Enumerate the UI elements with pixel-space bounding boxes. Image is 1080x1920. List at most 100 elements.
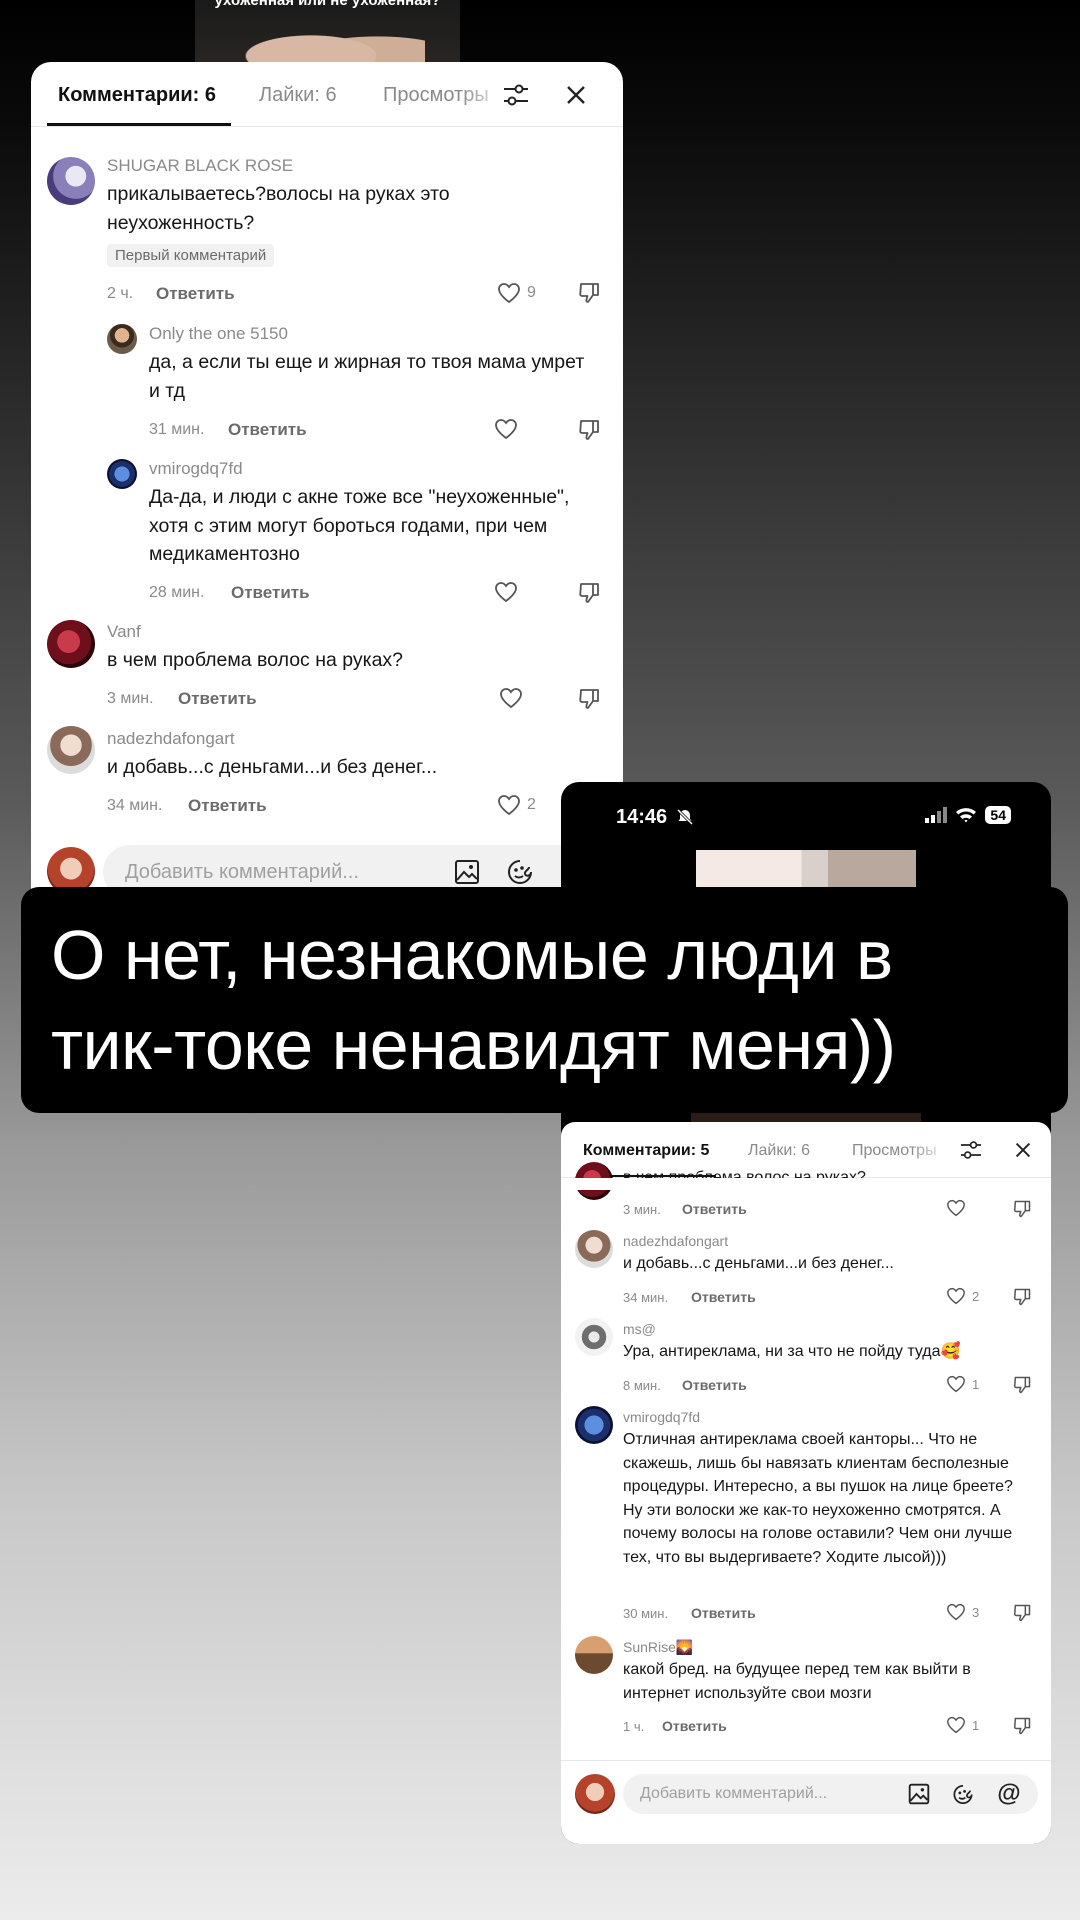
caption-line-1: О нет, незнакомые люди в (51, 916, 893, 994)
reply-button[interactable]: Ответить (662, 1718, 727, 1734)
comment-input[interactable]: Добавить комментарий... @ (623, 1774, 1038, 1814)
comment-time: 34 мин. (107, 797, 163, 814)
comment-time: 31 мин. (149, 421, 205, 438)
emoji-icon[interactable] (506, 858, 534, 886)
avatar[interactable] (575, 1636, 613, 1674)
tab-comments[interactable]: Комментарии: 5 (583, 1142, 709, 1160)
reply-button[interactable]: Ответить (682, 1201, 747, 1217)
heart-icon (498, 283, 520, 304)
heart-icon (495, 582, 517, 603)
comment-username[interactable]: ms@ (623, 1321, 656, 1337)
comment-text: прикалываетесь?волосы на руках это неухо… (107, 183, 450, 234)
dislike-icon[interactable] (577, 418, 601, 447)
dislike-icon[interactable] (1012, 1287, 1032, 1312)
filter-sliders-icon[interactable] (501, 80, 531, 110)
emoji-icon[interactable] (952, 1783, 974, 1805)
heart-icon (947, 1287, 965, 1305)
dislike-icon[interactable] (577, 687, 601, 716)
tab-likes[interactable]: Лайки: 6 (259, 84, 337, 107)
mention-icon[interactable]: @ (996, 1780, 1022, 1807)
story-caption: О нет, незнакомые люди в тик-токе ненави… (21, 887, 1068, 1113)
reply-button[interactable]: Ответить (691, 1605, 756, 1621)
comment-text: какой бред. на будущее перед тем как вый… (623, 1661, 971, 1702)
avatar[interactable] (107, 459, 137, 489)
avatar[interactable] (575, 1318, 613, 1356)
like-count: 9 (527, 284, 536, 301)
reply-button[interactable]: Ответить (231, 583, 310, 603)
avatar[interactable] (575, 1406, 613, 1444)
like-button[interactable] (494, 418, 524, 440)
dislike-icon[interactable] (577, 581, 601, 610)
like-button[interactable]: 2 (497, 794, 536, 816)
dislike-icon[interactable] (1012, 1375, 1032, 1400)
tab-bar: Комментарии: 6 Лайки: 6 Просмотры (31, 62, 623, 127)
user-avatar (47, 847, 95, 892)
tab-likes[interactable]: Лайки: 6 (748, 1142, 810, 1160)
like-button[interactable]: 1 (946, 1716, 979, 1734)
reply-button[interactable]: Ответить (691, 1289, 756, 1305)
wifi-icon (956, 808, 977, 823)
comment-username[interactable]: SHUGAR BLACK ROSE (107, 156, 293, 176)
close-icon[interactable] (561, 80, 591, 110)
reply-button[interactable]: Ответить (188, 796, 267, 816)
like-count: 1 (972, 1717, 980, 1733)
comment-text: и добавь...с деньгами...и без денег... (623, 1255, 894, 1272)
comment-input-placeholder: Добавить комментарий... (125, 861, 359, 883)
comment-input[interactable]: Добавить комментарий... (103, 845, 608, 892)
comment-time: 2 ч. (107, 285, 134, 302)
like-button[interactable] (946, 1199, 972, 1217)
like-count: 3 (972, 1604, 980, 1620)
user-avatar (575, 1774, 615, 1814)
avatar[interactable] (47, 620, 95, 668)
caption-line-2: тик-токе ненавидят меня)) (51, 1006, 896, 1084)
silent-bell-icon (676, 808, 694, 831)
comment-username[interactable]: Only the one 5150 (149, 324, 288, 344)
video-preview: ухоженная или не ухоженная? (195, 0, 460, 70)
close-icon[interactable] (1011, 1138, 1035, 1162)
comment-time: 34 мин. (623, 1290, 669, 1305)
avatar[interactable] (47, 157, 95, 205)
like-button[interactable] (499, 687, 529, 709)
comment-username[interactable]: Vanf (107, 622, 141, 642)
image-icon[interactable] (453, 858, 481, 886)
avatar[interactable] (107, 324, 137, 354)
like-button[interactable]: 1 (946, 1375, 979, 1393)
comment-username[interactable]: vmirogdq7fd (149, 459, 243, 479)
signal-icon (925, 807, 948, 823)
comment-username[interactable]: vmirogdq7fd (623, 1409, 700, 1425)
heart-icon (500, 688, 522, 709)
avatar[interactable] (575, 1230, 613, 1268)
comments-panel-large: Комментарии: 6 Лайки: 6 Просмотры SHUGAR… (31, 62, 623, 892)
dislike-icon[interactable] (1012, 1603, 1032, 1628)
like-count: 1 (972, 1376, 980, 1392)
first-comment-badge: Первый комментарий (107, 244, 275, 267)
reply-button[interactable]: Ответить (178, 689, 257, 709)
like-button[interactable]: 9 (497, 282, 536, 304)
comment-text: Ура, антиреклама, ни за что не пойду туд… (623, 1343, 961, 1360)
status-icons: 54 (925, 806, 1011, 824)
dislike-icon[interactable] (577, 281, 601, 310)
comment-text: Да-да, и люди с акне тоже все "неухоженн… (149, 486, 570, 565)
like-count: 2 (972, 1288, 980, 1304)
filter-sliders-icon[interactable] (959, 1138, 983, 1162)
comment-text: в чем проблема волос на руках? (107, 649, 404, 671)
comment-time: 8 мин. (623, 1378, 661, 1393)
avatar[interactable] (47, 726, 95, 774)
comment-username[interactable]: nadezhdafongart (623, 1233, 728, 1249)
reply-button[interactable]: Ответить (228, 420, 307, 440)
heart-icon (947, 1603, 965, 1621)
comment-username[interactable]: SunRise🌄 (623, 1639, 693, 1656)
reply-button[interactable]: Ответить (156, 284, 235, 304)
reply-button[interactable]: Ответить (682, 1377, 747, 1393)
image-icon[interactable] (908, 1783, 930, 1805)
comment-time: 3 мин. (107, 690, 154, 707)
like-button[interactable] (494, 581, 524, 603)
dislike-icon[interactable] (1012, 1199, 1032, 1224)
heart-icon (947, 1375, 965, 1393)
tab-comments[interactable]: Комментарии: 6 (58, 84, 216, 107)
comment-username[interactable]: nadezhdafongart (107, 729, 235, 749)
status-time: 14:46 (616, 806, 668, 828)
like-button[interactable]: 3 (946, 1603, 979, 1621)
like-button[interactable]: 2 (946, 1287, 979, 1305)
dislike-icon[interactable] (1012, 1716, 1032, 1741)
